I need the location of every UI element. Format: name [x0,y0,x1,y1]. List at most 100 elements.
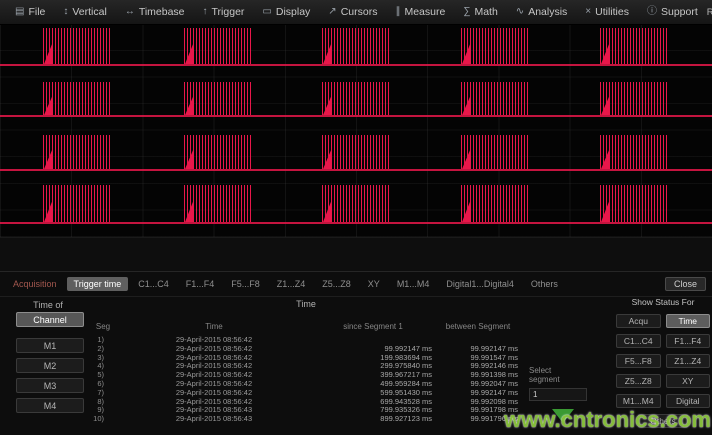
file-icon: ▤ [15,7,24,17]
menu-item-label: Math [474,6,497,18]
waveform-burst [184,135,252,169]
status-button-m1-m4[interactable]: M1...M4 [616,394,661,408]
tab-c1-c4[interactable]: C1...C4 [131,277,176,291]
menu-item-label: Timebase [139,6,185,18]
waveform-burst [43,82,111,115]
menu-item-cursors[interactable]: ↗ Cursors [319,0,386,24]
table-cell: 10) [88,415,118,424]
tab-digital1-digital4[interactable]: Digital1...Digital4 [439,277,521,291]
burst-ramp-envelope [601,199,610,222]
reset-button[interactable]: Reset [707,7,712,18]
column-header-since-segment-1: since Segment 1 [310,322,436,331]
close-button[interactable]: Close [665,277,706,291]
waveform-burst [600,185,668,222]
tab-trigger-time[interactable]: Trigger time [67,277,129,291]
tab-z5-z8[interactable]: Z5...Z8 [315,277,358,291]
waveform-display[interactable] [0,25,712,238]
tab-f5-f8[interactable]: F5...F8 [224,277,267,291]
display-icon: ▭ [262,7,271,17]
table-row: 2)29-April-2015 08:56:4299.992147 ms99.9… [88,345,524,354]
menu-item-support[interactable]: ⓘSupport [638,0,707,24]
status-button-xy[interactable]: XY [666,374,711,388]
burst-ramp-envelope [462,95,471,115]
waveform-burst [600,135,668,169]
status-button-acqu[interactable]: Acqu [616,314,661,328]
burst-ramp-envelope [185,199,194,222]
show-status-title: Show Status For [616,297,710,307]
waveform-burst [322,28,390,64]
menu-item-vertical[interactable]: ↕ Vertical [54,0,115,24]
status-button-c1-c4[interactable]: C1...C4 [616,334,661,348]
tab-others[interactable]: Others [524,277,565,291]
waveform-burst [184,82,252,115]
trace-baseline [0,64,712,66]
waveform-burst [322,135,390,169]
menu-item-label: Trigger [212,6,245,18]
green-arrow-icon [552,409,574,423]
burst-ramp-envelope [323,95,332,115]
dialog-tabs: AcquisitionTrigger timeC1...C4F1...F4F5.… [6,277,565,291]
tab-xy[interactable]: XY [361,277,387,291]
table-rows: 1)29-April-2015 08:56:422)29-April-2015 … [88,336,524,424]
trace-baseline [0,115,712,117]
burst-ramp-envelope [462,42,471,64]
menu-item-label: File [28,6,45,18]
status-button-z1-z4[interactable]: Z1...Z4 [666,354,711,368]
utilities-icon: × [585,7,591,17]
waveform-burst [322,82,390,115]
burst-ramp-envelope [323,199,332,222]
menu-item-label: Cursors [341,6,378,18]
menu-item-timebase[interactable]: ↔Timebase [116,0,194,24]
table-row: 4)29-April-2015 08:56:42299.975840 ms99.… [88,362,524,371]
tab-m1-m4[interactable]: M1...M4 [390,277,437,291]
tab-acquisition[interactable]: Acquisition [6,277,64,291]
waveform-burst [461,82,529,115]
waveform-burst [184,28,252,64]
burst-ramp-envelope [462,148,471,169]
burst-ramp-envelope [44,42,53,64]
waveform-burst [461,28,529,64]
burst-ramp-envelope [44,95,53,115]
status-button-digital[interactable]: Digital [666,394,711,408]
menu-item-label: Vertical [72,6,106,18]
menu-item-file[interactable]: ▤ File [6,0,54,24]
status-button-f5-f8[interactable]: F5...F8 [616,354,661,368]
menu-item-label: Measure [404,6,445,18]
burst-ramp-envelope [185,95,194,115]
status-button-z5-z8[interactable]: Z5...Z8 [616,374,661,388]
button-m1[interactable]: M1 [16,338,84,353]
cursors-icon: ↗ [328,7,336,17]
waveform-burst [600,28,668,64]
menu-item-measure[interactable]: ∥Measure [386,0,454,24]
menu-item-math[interactable]: ∑Math [454,0,506,24]
button-channel[interactable]: Channel [16,312,84,327]
menu-item-label: Utilities [595,6,629,18]
menu-items: ▤File↕Vertical↔Timebase↑Trigger▭Display↗… [6,0,707,24]
button-m3[interactable]: M3 [16,378,84,393]
table-row: 3)29-April-2015 08:56:42199.983694 ms99.… [88,354,524,363]
status-button-others[interactable]: Others [638,414,688,428]
menu-item-trigger[interactable]: ↑Trigger [194,0,254,24]
table-row: 5)29-April-2015 08:56:42399.967217 ms99.… [88,371,524,380]
table-row: 9)29-April-2015 08:56:43799.935326 ms99.… [88,406,524,415]
status-bar: C4 DC1M 20.0 V/div -45.500 V 20 Seg Tbas… [0,238,712,271]
status-button-time[interactable]: Time [666,314,711,328]
tab-f1-f4[interactable]: F1...F4 [179,277,222,291]
burst-ramp-envelope [185,42,194,64]
menu-item-display[interactable]: ▭Display [253,0,319,24]
waveform-burst [322,185,390,222]
waveform-burst [43,185,111,222]
select-segment-input[interactable] [529,388,587,401]
table-row: 7)29-April-2015 08:56:42599.951430 ms99.… [88,389,524,398]
status-button-f1-f4[interactable]: F1...F4 [666,334,711,348]
menu-item-analysis[interactable]: ∿Analysis [507,0,577,24]
burst-ramp-envelope [601,148,610,169]
tab-z1-z4[interactable]: Z1...Z4 [270,277,313,291]
select-segment: Select segment [529,366,591,401]
button-m2[interactable]: M2 [16,358,84,373]
support-icon: ⓘ [647,7,657,17]
vertical-icon: ↕ [63,7,68,17]
menu-item-utilities[interactable]: × Utilities [576,0,638,24]
button-m4[interactable]: M4 [16,398,84,413]
table-cell: 99.991796 ms [436,415,520,424]
